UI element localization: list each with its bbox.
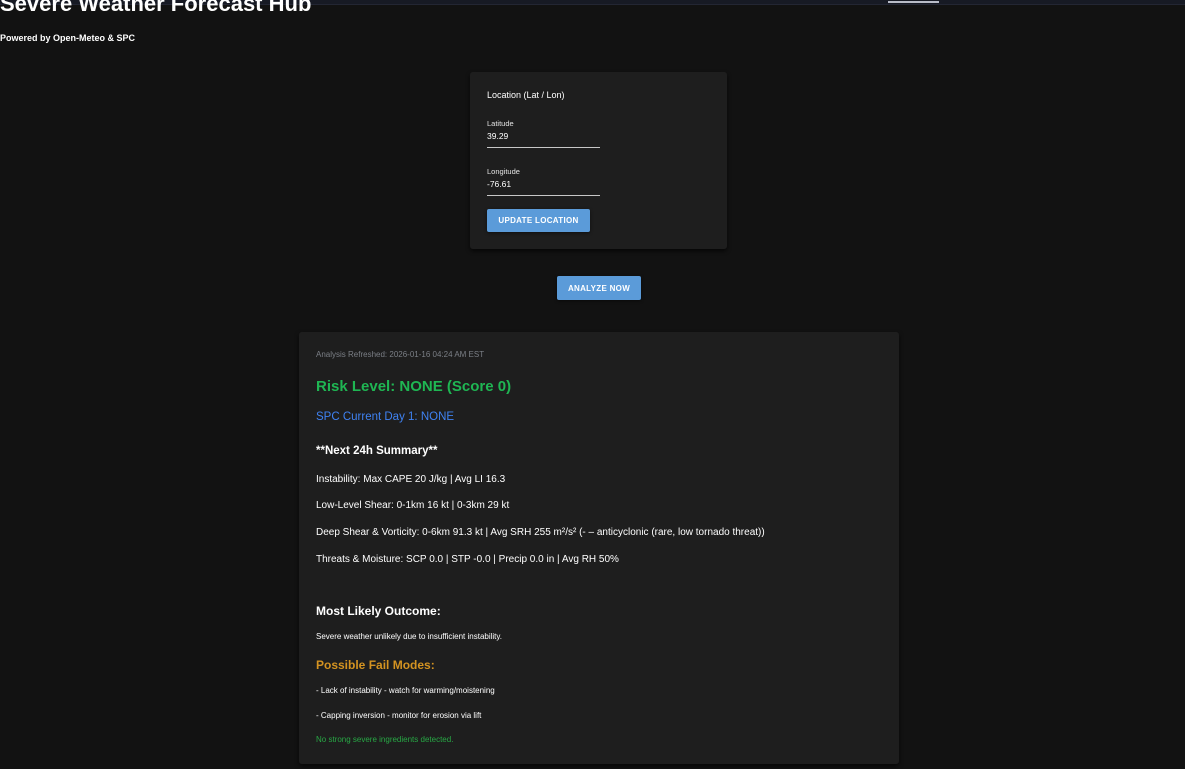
ingredients-note: No strong severe ingredients detected.: [316, 735, 454, 744]
summary-heading: **Next 24h Summary**: [316, 445, 438, 457]
fail-modes-heading: Possible Fail Modes:: [316, 658, 435, 672]
outcome-heading: Most Likely Outcome:: [316, 604, 441, 618]
deep-shear-vorticity-metric: Deep Shear & Vorticity: 0-6km 91.3 kt | …: [316, 527, 765, 538]
active-tab-indicator: [888, 1, 939, 3]
threats-moisture-metric: Threats & Moisture: SCP 0.0 | STP -0.0 |…: [316, 554, 619, 565]
latitude-input[interactable]: [487, 129, 599, 143]
longitude-label: Longitude: [487, 167, 520, 176]
location-card-heading: Location (Lat / Lon): [487, 90, 565, 100]
instability-metric: Instability: Max CAPE 20 J/kg | Avg LI 1…: [316, 474, 506, 485]
location-card: Location (Lat / Lon) Latitude Longitude …: [470, 72, 727, 249]
fail-mode-item: - Capping inversion - monitor for erosio…: [316, 711, 482, 720]
spc-day1-outlook: SPC Current Day 1: NONE: [316, 411, 455, 423]
fail-mode-item: - Lack of instability - watch for warmin…: [316, 686, 495, 695]
analysis-refreshed-timestamp: Analysis Refreshed: 2026-01-16 04:24 AM …: [316, 350, 485, 359]
analyze-now-button[interactable]: ANALYZE NOW: [557, 276, 641, 300]
page-title: Severe Weather Forecast Hub: [0, 0, 312, 16]
analysis-card: Analysis Refreshed: 2026-01-16 04:24 AM …: [299, 332, 899, 764]
longitude-field: Longitude: [487, 166, 600, 196]
risk-level-heading: Risk Level: NONE (Score 0): [316, 378, 512, 395]
update-location-button[interactable]: UPDATE LOCATION: [487, 209, 590, 232]
latitude-label: Latitude: [487, 119, 514, 128]
latitude-field: Latitude: [487, 118, 600, 148]
longitude-input[interactable]: [487, 177, 599, 191]
page-subtitle: Powered by Open-Meteo & SPC: [0, 33, 136, 43]
outcome-text: Severe weather unlikely due to insuffici…: [316, 632, 503, 641]
low-level-shear-metric: Low-Level Shear: 0-1km 16 kt | 0-3km 29 …: [316, 500, 510, 511]
